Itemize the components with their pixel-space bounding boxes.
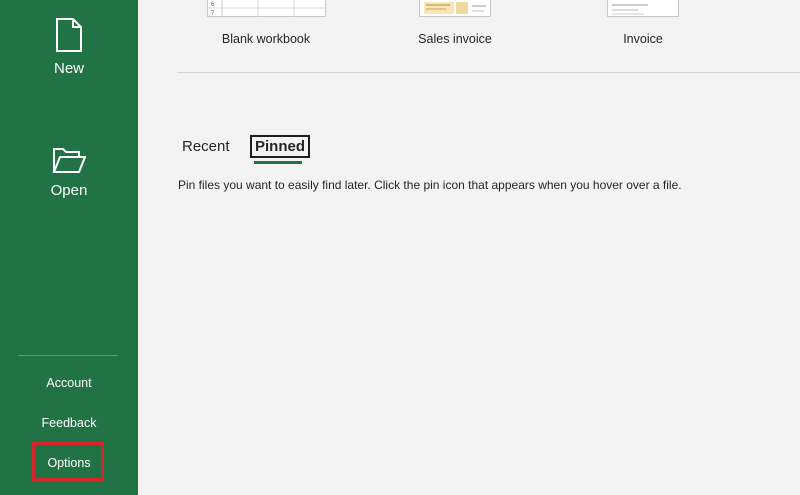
active-tab-indicator — [254, 161, 302, 164]
open-folder-icon — [52, 148, 86, 173]
template-thumbnail — [419, 0, 491, 17]
template-caption: Invoice — [623, 32, 663, 46]
tab-recent[interactable]: Recent — [182, 138, 230, 155]
pinned-empty-message: Pin files you want to easily find later.… — [178, 178, 682, 192]
feedback-nav-item[interactable]: Feedback — [0, 416, 138, 430]
backstage-sidebar: New Open Account Feedback Options — [0, 0, 138, 495]
svg-text:6: 6 — [211, 2, 215, 8]
open-nav-item[interactable]: Open — [0, 146, 138, 199]
sidebar-divider — [18, 355, 118, 356]
template-caption: Blank workbook — [221, 32, 311, 46]
open-label: Open — [50, 182, 88, 199]
options-highlight-box — [32, 442, 104, 481]
new-nav-item[interactable]: New — [0, 18, 138, 77]
new-document-icon — [56, 18, 82, 52]
new-label: New — [53, 60, 84, 77]
template-caption: Sales invoice — [418, 32, 492, 46]
svg-text:7: 7 — [211, 11, 215, 17]
account-nav-item[interactable]: Account — [0, 376, 138, 390]
tab-pinned[interactable]: Pinned — [250, 135, 311, 158]
template-thumbnail: 6 7 — [207, 0, 327, 17]
section-divider — [177, 72, 800, 73]
invoice-preview-icon — [612, 4, 648, 15]
template-thumbnail — [607, 0, 679, 17]
spreadsheet-grid-icon: 6 7 — [208, 0, 327, 17]
invoice-preview-icon — [424, 2, 486, 14]
